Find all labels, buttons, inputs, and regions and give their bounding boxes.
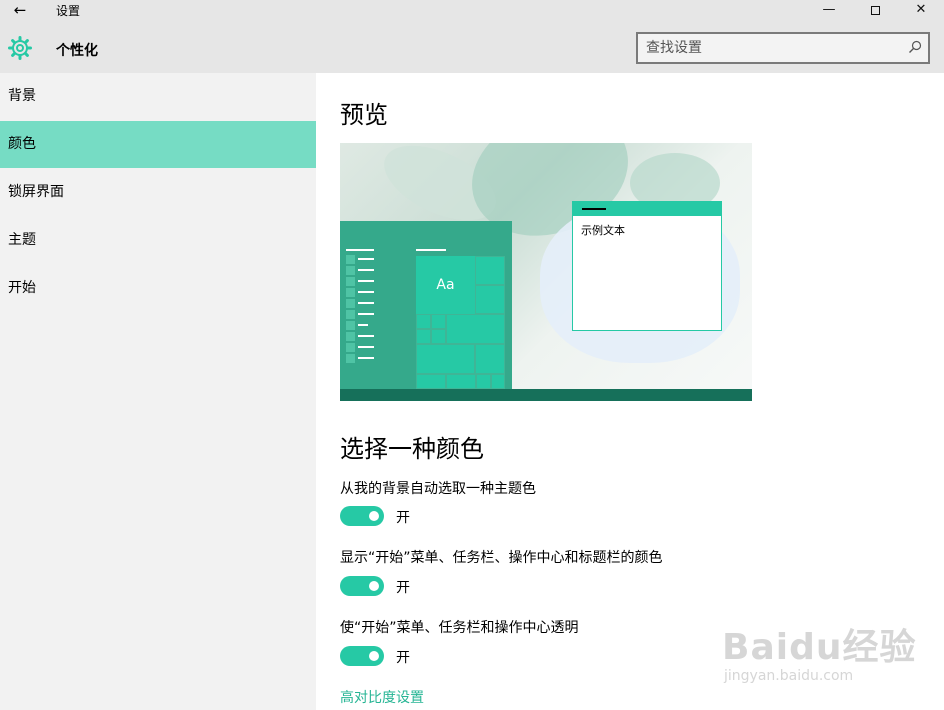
tile	[475, 256, 505, 285]
option-auto-accent-label: 从我的背景自动选取一种主题色	[340, 481, 536, 497]
menu-line	[358, 313, 374, 315]
window-title: 设置	[56, 4, 81, 18]
tile	[431, 314, 446, 329]
menu-line	[416, 249, 446, 251]
toggle-knob	[369, 651, 379, 661]
sidebar-item-background[interactable]: 背景	[0, 73, 316, 120]
search-input[interactable]	[646, 39, 896, 57]
menu-line	[358, 302, 374, 304]
sidebar-item-start[interactable]: 开始	[0, 265, 316, 312]
toggle-knob	[369, 581, 379, 591]
menu-line	[358, 357, 374, 359]
maximize-button[interactable]	[852, 0, 898, 22]
preview-taskbar	[340, 389, 752, 401]
show-color-toggle[interactable]	[340, 576, 384, 596]
preview-heading: 预览	[340, 101, 388, 129]
tile	[476, 374, 491, 389]
preview-window: 示例文本	[572, 201, 722, 331]
option-transparency-label: 使“开始”菜单、任务栏和操作中心透明	[340, 620, 579, 636]
menu-square	[346, 321, 355, 330]
minimize-button[interactable]: —	[806, 0, 852, 22]
menu-line	[358, 324, 368, 326]
menu-square	[346, 310, 355, 319]
menu-line	[358, 346, 374, 348]
option-show-color-label: 显示“开始”菜单、任务栏、操作中心和标题栏的颜色	[340, 550, 663, 566]
toggle-state-label: 开	[396, 510, 410, 526]
menu-square	[346, 266, 355, 275]
tile	[416, 314, 431, 329]
preview-window-titlebar	[573, 202, 721, 216]
page-title: 个性化	[56, 43, 98, 59]
transparency-toggle[interactable]	[340, 646, 384, 666]
menu-square	[346, 255, 355, 264]
menu-line	[358, 280, 374, 282]
menu-line	[358, 269, 374, 271]
main-content: 预览 Aa 示例文本 选择一种颜色 从我的背景自动选取一种主题色 开 显示“开始…	[316, 73, 944, 710]
sample-text: 示例文本	[581, 224, 625, 237]
tile	[431, 329, 446, 344]
close-button[interactable]: ✕	[898, 0, 944, 22]
tile	[416, 329, 431, 344]
menu-square	[346, 277, 355, 286]
tile	[446, 374, 476, 389]
menu-line	[358, 291, 374, 293]
menu-square	[346, 299, 355, 308]
menu-line	[358, 258, 374, 260]
high-contrast-link[interactable]: 高对比度设置	[340, 687, 424, 707]
choose-color-heading: 选择一种颜色	[340, 435, 484, 463]
menu-square	[346, 354, 355, 363]
menu-square	[346, 332, 355, 341]
sidebar-item-lock-screen[interactable]: 锁屏界面	[0, 169, 316, 216]
title-bar: ← 设置 — ✕	[0, 0, 944, 26]
menu-square	[346, 288, 355, 297]
search-icon[interactable]	[908, 40, 922, 54]
sidebar: 背景 颜色 锁屏界面 主题 开始	[0, 73, 316, 710]
tile	[416, 374, 446, 389]
gear-icon	[8, 36, 32, 60]
tile	[416, 344, 475, 374]
sidebar-item-colors[interactable]: 颜色	[0, 121, 316, 168]
menu-line	[346, 249, 374, 251]
back-arrow-icon[interactable]: ←	[10, 1, 30, 21]
toggle-state-label: 开	[396, 650, 410, 666]
preview-image: Aa 示例文本	[340, 143, 752, 401]
page-header: 个性化	[0, 26, 944, 73]
toggle-state-label: 开	[396, 580, 410, 596]
search-box[interactable]	[636, 32, 930, 64]
toggle-knob	[369, 511, 379, 521]
menu-square	[346, 343, 355, 352]
maximize-icon	[870, 6, 880, 15]
menu-line	[358, 335, 374, 337]
tile	[491, 374, 505, 389]
preview-start-menu: Aa	[340, 221, 512, 389]
tile	[475, 344, 505, 374]
tile	[475, 285, 505, 314]
sidebar-item-themes[interactable]: 主题	[0, 217, 316, 264]
tile	[446, 314, 505, 344]
auto-accent-toggle[interactable]	[340, 506, 384, 526]
tile-aa: Aa	[416, 256, 475, 314]
